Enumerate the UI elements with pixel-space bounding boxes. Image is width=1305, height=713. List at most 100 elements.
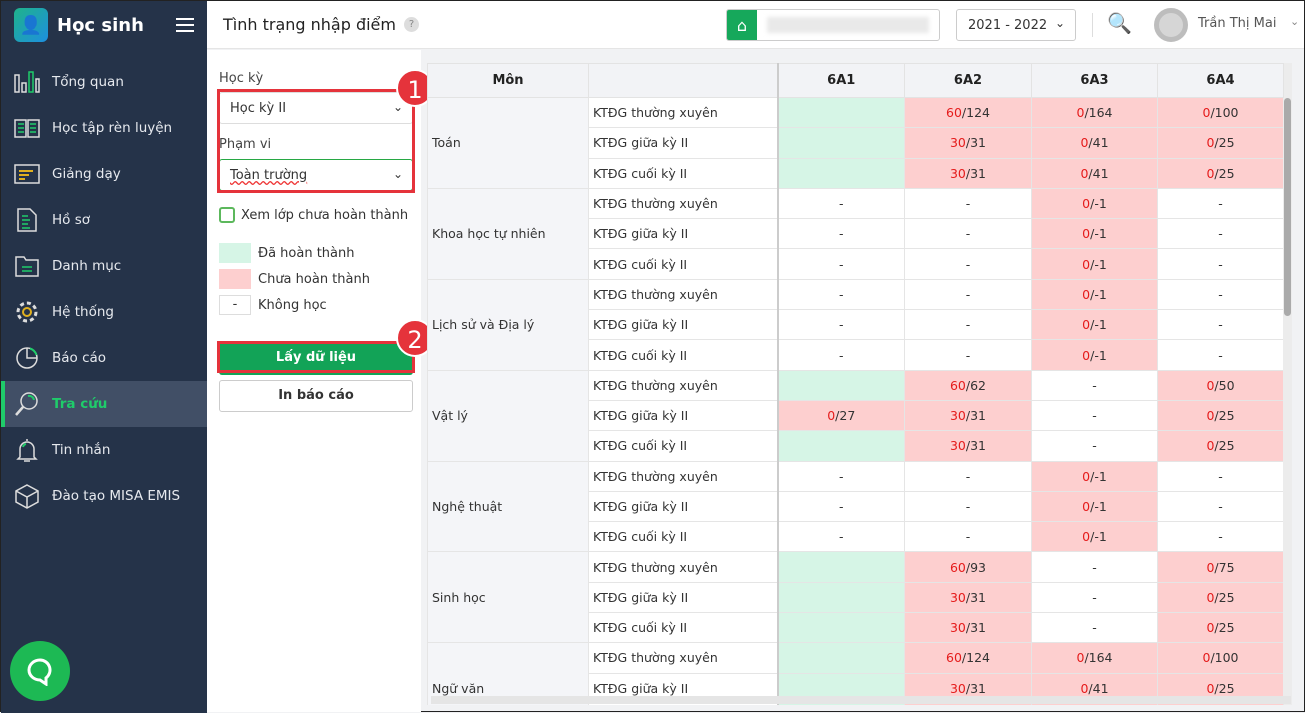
sidebar-item-hoc-tap-ren-luyen[interactable]: Học tập rèn luyện — [1, 105, 207, 151]
status-cell[interactable]: 0/-1 — [1031, 278, 1158, 311]
status-cell[interactable]: - — [904, 460, 1032, 492]
status-cell[interactable]: 0/-1 — [1031, 490, 1158, 523]
status-cell[interactable]: - — [904, 218, 1032, 250]
status-cell[interactable]: 0/-1 — [1031, 460, 1158, 492]
status-cell[interactable]: - — [904, 339, 1032, 371]
status-cell[interactable]: - — [776, 248, 905, 280]
status-cell[interactable]: 60/93 — [904, 551, 1032, 583]
status-cell[interactable]: - — [1031, 551, 1158, 583]
status-cell[interactable]: 0/41 — [1031, 157, 1158, 189]
status-cell[interactable]: 0/25 — [1157, 430, 1284, 462]
status-cell[interactable]: - — [1157, 248, 1284, 280]
lookup-chart-icon[interactable]: 🔍 — [1107, 11, 1132, 35]
sidebar-item-danh-muc[interactable]: Danh mục — [1, 243, 207, 289]
status-cell[interactable]: 30/31 — [904, 127, 1032, 159]
sidebar-item-tra-cuu[interactable]: Tra cứu — [1, 381, 207, 427]
status-cell[interactable]: - — [1157, 218, 1284, 250]
user-name[interactable]: Trần Thị Mai — [1198, 16, 1276, 31]
sidebar-item-giang-day[interactable]: Giảng dạy — [1, 151, 207, 197]
status-cell[interactable]: - — [1157, 278, 1284, 311]
status-cell[interactable]: - — [776, 521, 905, 553]
status-cell[interactable]: 0/25 — [1157, 612, 1284, 644]
avatar[interactable] — [1154, 8, 1188, 42]
status-cell[interactable]: - — [776, 187, 905, 220]
status-cell[interactable]: - — [776, 309, 905, 341]
status-cell[interactable] — [776, 157, 905, 189]
status-cell[interactable]: - — [1157, 187, 1284, 220]
status-cell[interactable]: 30/31 — [904, 399, 1032, 432]
status-cell[interactable]: 60/62 — [904, 369, 1032, 401]
status-cell[interactable]: 30/31 — [904, 612, 1032, 644]
print-report-button[interactable]: In báo cáo — [219, 380, 413, 412]
status-cell[interactable]: 0/50 — [1157, 369, 1284, 401]
status-cell[interactable]: 0/-1 — [1031, 309, 1158, 341]
status-cell[interactable]: - — [1157, 490, 1284, 523]
status-cell[interactable]: 0/100 — [1157, 96, 1284, 129]
status-cell[interactable]: 0/164 — [1031, 642, 1158, 674]
status-cell[interactable]: 0/164 — [1031, 96, 1158, 129]
status-cell[interactable]: - — [1157, 521, 1284, 553]
status-cell[interactable]: 0/-1 — [1031, 187, 1158, 220]
status-cell[interactable]: 30/31 — [904, 157, 1032, 189]
school-year-select[interactable]: 2021 - 2022 ⌄ — [956, 9, 1076, 41]
status-cell[interactable]: - — [904, 248, 1032, 280]
status-cell[interactable]: - — [1031, 612, 1158, 644]
status-cell[interactable] — [776, 369, 905, 401]
sidebar-item-dao-tao-misa-emis[interactable]: Đào tạo MISA EMIS — [1, 473, 207, 519]
status-cell[interactable]: - — [776, 278, 905, 311]
show-incomplete-checkbox[interactable]: Xem lớp chưa hoàn thành — [219, 207, 408, 223]
help-icon[interactable]: ? — [403, 17, 419, 32]
status-cell[interactable] — [776, 581, 905, 614]
status-cell[interactable]: 30/31 — [904, 581, 1032, 614]
status-cell[interactable]: - — [1031, 581, 1158, 614]
status-cell[interactable]: - — [1157, 339, 1284, 371]
status-cell[interactable]: 0/-1 — [1031, 248, 1158, 280]
status-cell[interactable]: - — [776, 460, 905, 492]
status-cell[interactable] — [776, 612, 905, 644]
sidebar-item-tong-quan[interactable]: Tổng quan — [1, 59, 207, 105]
status-cell[interactable]: - — [1157, 460, 1284, 492]
status-cell[interactable]: 0/25 — [1157, 157, 1284, 189]
vertical-scrollbar[interactable] — [1283, 98, 1292, 698]
status-cell[interactable]: 0/25 — [1157, 581, 1284, 614]
sidebar-item-bao-cao[interactable]: Báo cáo — [1, 335, 207, 381]
status-cell[interactable]: 0/25 — [1157, 127, 1284, 159]
chevron-down-icon[interactable]: ⌄ — [1290, 15, 1299, 28]
status-cell[interactable] — [776, 127, 905, 159]
status-cell[interactable]: - — [1031, 430, 1158, 462]
status-cell[interactable]: - — [904, 490, 1032, 523]
status-cell[interactable]: 0/-1 — [1031, 521, 1158, 553]
status-cell[interactable]: 60/124 — [904, 96, 1032, 129]
total-count: /100 — [1210, 650, 1239, 666]
status-cell[interactable]: 30/31 — [904, 430, 1032, 462]
status-cell[interactable]: 0/25 — [1157, 399, 1284, 432]
status-cell[interactable]: - — [1031, 399, 1158, 432]
status-cell[interactable]: - — [904, 187, 1032, 220]
status-cell[interactable]: - — [776, 339, 905, 371]
chat-button[interactable] — [10, 641, 70, 701]
status-cell[interactable] — [776, 642, 905, 674]
status-cell[interactable]: 0/75 — [1157, 551, 1284, 583]
status-cell[interactable]: 0/27 — [776, 399, 905, 432]
status-cell[interactable] — [776, 96, 905, 129]
status-cell[interactable]: - — [904, 278, 1032, 311]
status-cell[interactable]: 0/100 — [1157, 642, 1284, 674]
status-cell[interactable]: 0/-1 — [1031, 339, 1158, 371]
status-cell[interactable]: 0/41 — [1031, 127, 1158, 159]
status-cell[interactable] — [776, 430, 905, 462]
status-cell[interactable]: 60/124 — [904, 642, 1032, 674]
status-cell[interactable]: - — [1031, 369, 1158, 401]
sidebar-item-ho-so[interactable]: Hồ sơ — [1, 197, 207, 243]
status-cell[interactable]: - — [904, 521, 1032, 553]
status-cell[interactable]: 0/-1 — [1031, 218, 1158, 250]
hamburger-icon[interactable] — [176, 14, 194, 36]
sidebar-item-he-thong[interactable]: Hệ thống — [1, 289, 207, 335]
school-selector[interactable]: ⌂ — [726, 9, 940, 41]
status-cell[interactable]: - — [776, 490, 905, 523]
status-cell[interactable]: - — [776, 218, 905, 250]
status-cell[interactable]: - — [904, 309, 1032, 341]
status-cell[interactable] — [776, 551, 905, 583]
horizontal-scrollbar[interactable] — [431, 696, 1291, 704]
sidebar-item-tin-nhan[interactable]: Tin nhắn — [1, 427, 207, 473]
status-cell[interactable]: - — [1157, 309, 1284, 341]
